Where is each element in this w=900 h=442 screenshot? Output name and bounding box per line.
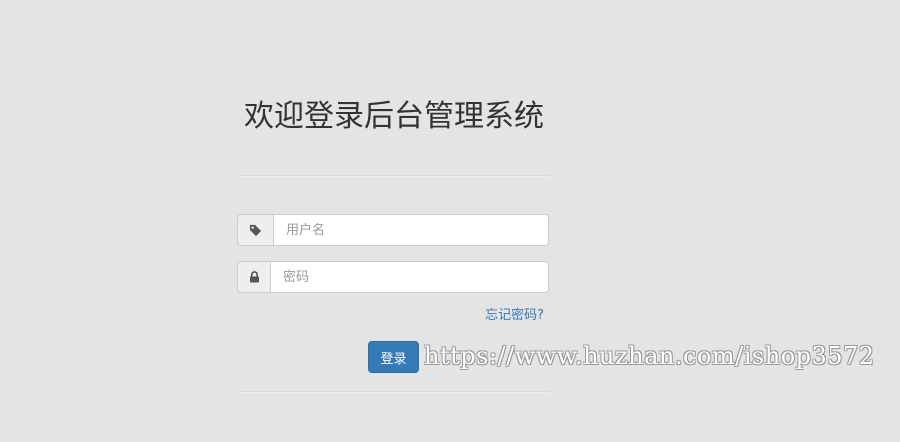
- watermark-text: https://www.huzhan.com/ishop3572: [424, 342, 875, 370]
- password-field[interactable]: [270, 261, 549, 293]
- tag-icon: [237, 214, 273, 246]
- lock-icon: [237, 261, 270, 293]
- username-input-group: [237, 214, 549, 246]
- page-title: 欢迎登录后台管理系统: [244, 99, 544, 134]
- bottom-divider: [238, 391, 550, 393]
- login-button[interactable]: 登录: [368, 341, 419, 373]
- forgot-password-link[interactable]: 忘记密码?: [485, 307, 544, 325]
- top-divider: [238, 175, 550, 177]
- username-field[interactable]: [273, 214, 549, 246]
- password-input-group: [237, 261, 549, 293]
